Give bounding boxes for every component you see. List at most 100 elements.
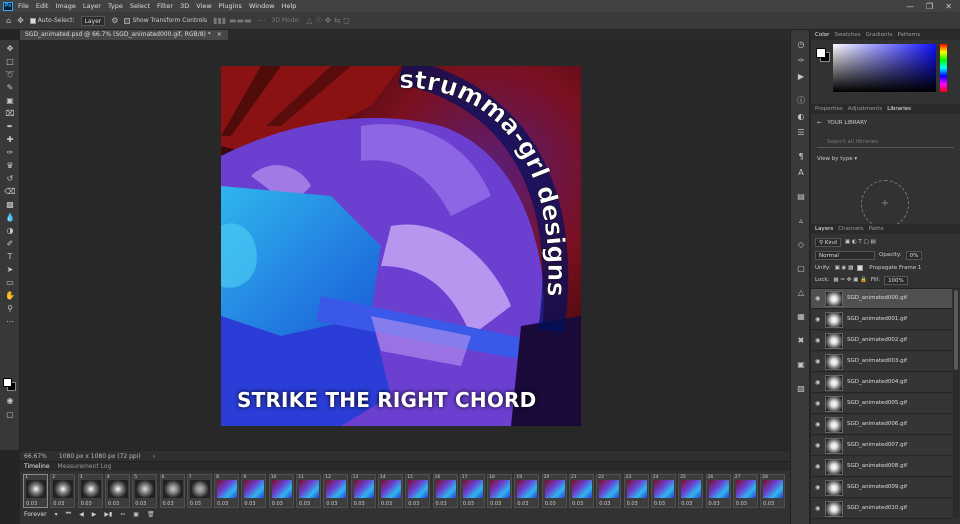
- hand-tool-icon[interactable]: ✋: [3, 291, 17, 301]
- frame-delay[interactable]: 0.03: [408, 501, 419, 507]
- frame-delay[interactable]: 0.03: [81, 501, 92, 507]
- healing-brush-tool-icon[interactable]: ✚: [3, 135, 17, 145]
- layers-scrollbar[interactable]: [953, 288, 959, 518]
- eye-icon[interactable]: ◉: [815, 463, 820, 470]
- duplicate-frame-icon[interactable]: ▣: [133, 511, 139, 518]
- menu-plugins[interactable]: Plugins: [219, 2, 242, 10]
- frame-delay[interactable]: 0.03: [463, 501, 474, 507]
- frame-delay[interactable]: 0.03: [627, 501, 638, 507]
- move-tool-icon[interactable]: ✥: [17, 16, 24, 25]
- sliders-icon[interactable]: ☰: [795, 128, 807, 138]
- delete-frame-icon[interactable]: 🗑: [147, 511, 155, 518]
- menu-select[interactable]: Select: [130, 2, 150, 10]
- frame-delay[interactable]: 0.03: [135, 501, 146, 507]
- clone-stamp-tool-icon[interactable]: ♛: [3, 161, 17, 171]
- tab-gradients[interactable]: Gradients: [866, 32, 893, 38]
- glyphs-icon[interactable]: ◇: [795, 240, 807, 250]
- frame-delay[interactable]: 0.03: [53, 501, 64, 507]
- info-icon[interactable]: ⓘ: [795, 96, 807, 106]
- brush-settings-icon[interactable]: ✑: [795, 56, 807, 66]
- paragraph-icon[interactable]: ¶: [795, 152, 807, 162]
- adjustments-icon[interactable]: ◐: [795, 112, 807, 122]
- hue-slider[interactable]: [940, 44, 947, 92]
- clone-source-icon[interactable]: ▦: [795, 312, 807, 322]
- frame-delay[interactable]: 0.03: [763, 501, 774, 507]
- menu-type[interactable]: Type: [108, 2, 123, 10]
- menu-layer[interactable]: Layer: [83, 2, 101, 10]
- tween-icon[interactable]: ∾: [120, 511, 125, 518]
- timeline-frame[interactable]: 13 0.03: [350, 474, 376, 508]
- menu-file[interactable]: File: [18, 2, 29, 10]
- frame-delay[interactable]: 0.03: [709, 501, 720, 507]
- fill-input[interactable]: 100%: [884, 275, 908, 285]
- eye-icon[interactable]: ◉: [815, 316, 820, 323]
- canvas-area[interactable]: strumma-grl designs STRIKE THE RIGHT CHO…: [20, 40, 790, 450]
- add-to-library-icon[interactable]: +: [861, 180, 909, 228]
- back-arrow-icon[interactable]: ←: [817, 120, 822, 126]
- home-icon[interactable]: ⌂: [6, 16, 11, 25]
- timeline-frame[interactable]: 21 0.03: [569, 474, 594, 508]
- menu-filter[interactable]: Filter: [157, 2, 173, 10]
- eraser-tool-icon[interactable]: ⌫: [3, 187, 17, 197]
- layer-row[interactable]: ◉ SGD_animated002.gif: [811, 331, 952, 351]
- foreground-color-swatch[interactable]: [816, 48, 826, 58]
- tab-paths[interactable]: Paths: [869, 226, 884, 232]
- 3d-icon[interactable]: ▢: [795, 264, 807, 274]
- timeline-frame[interactable]: 11 0.03: [296, 474, 321, 508]
- gradient-tool-icon[interactable]: ▩: [3, 200, 17, 210]
- eye-icon[interactable]: ◉: [815, 442, 820, 449]
- notes-icon[interactable]: ▧: [795, 384, 807, 394]
- frame-delay[interactable]: 0.03: [272, 501, 283, 507]
- filter-icons[interactable]: ▣ ◐ T ▢ ▤: [845, 239, 876, 245]
- history-icon[interactable]: ◷: [795, 40, 807, 50]
- tab-libraries[interactable]: Libraries: [887, 106, 911, 112]
- timeline-frame[interactable]: 6 0.03: [159, 474, 185, 508]
- tab-measurement-log[interactable]: Measurement Log: [58, 463, 112, 470]
- frame-delay[interactable]: 0.03: [326, 501, 337, 507]
- foreground-color-swatch[interactable]: [3, 378, 12, 387]
- timeline-frame[interactable]: 18 0.03: [487, 474, 513, 508]
- tool-presets-icon[interactable]: ✖: [795, 336, 807, 346]
- marquee-tool-icon[interactable]: □: [3, 57, 17, 67]
- tab-color[interactable]: Color: [815, 32, 829, 38]
- close-icon[interactable]: ✕: [945, 2, 952, 11]
- restore-icon[interactable]: ❐: [926, 2, 933, 11]
- eye-icon[interactable]: ◉: [815, 295, 820, 302]
- layer-row[interactable]: ◉ SGD_animated001.gif: [811, 310, 952, 330]
- timeline-frame[interactable]: 20 0.03: [541, 474, 567, 508]
- filter-kind-dropdown[interactable]: ⚲ Kind: [815, 237, 841, 247]
- frame-delay[interactable]: 0.03: [299, 501, 310, 507]
- eye-icon[interactable]: ◉: [815, 358, 820, 365]
- frame-delay[interactable]: 0.03: [681, 501, 692, 507]
- timeline-frame[interactable]: 7 0.03: [186, 474, 212, 508]
- frame-delay[interactable]: 0.03: [517, 501, 528, 507]
- timeline-frame[interactable]: 9 0.03: [241, 474, 267, 508]
- color-picker-field[interactable]: [833, 44, 936, 92]
- layer-row[interactable]: ◉ SGD_animated008.gif: [811, 457, 952, 477]
- frame-tool-icon[interactable]: ⌧: [3, 109, 17, 119]
- history-brush-tool-icon[interactable]: ↺: [3, 174, 17, 184]
- zoom-level[interactable]: 66.67%: [24, 453, 47, 460]
- eye-icon[interactable]: ◉: [815, 400, 820, 407]
- layer-row[interactable]: ◉ SGD_animated006.gif: [811, 415, 952, 435]
- timeline-frame[interactable]: 12 0.03: [323, 474, 349, 508]
- more-tools-icon[interactable]: ⋯: [3, 317, 17, 327]
- type-tool-icon[interactable]: T: [3, 252, 17, 262]
- scroll-thumb[interactable]: [954, 290, 958, 370]
- tab-timeline[interactable]: Timeline: [24, 463, 50, 470]
- tab-channels[interactable]: Channels: [838, 226, 863, 232]
- tab-close-icon[interactable]: ×: [217, 31, 222, 38]
- frame-delay[interactable]: 0.03: [354, 501, 365, 507]
- play-icon[interactable]: ▶: [92, 511, 97, 518]
- brush-tool-icon[interactable]: ✑: [3, 148, 17, 158]
- lock-icons[interactable]: ▦ ✑ ✥ ▣ 🔒: [833, 277, 866, 283]
- prev-frame-icon[interactable]: ◀: [79, 511, 84, 518]
- rectangle-tool-icon[interactable]: ▭: [3, 278, 17, 288]
- dodge-tool-icon[interactable]: ◑: [3, 226, 17, 236]
- tab-adjustments[interactable]: Adjustments: [848, 106, 882, 112]
- timeline-frame[interactable]: 5 0.03: [132, 474, 158, 508]
- dropdown-arrow-icon[interactable]: ▾: [55, 511, 58, 518]
- layer-comps-icon[interactable]: ▤: [795, 192, 807, 202]
- timeline-icon[interactable]: ▣: [795, 360, 807, 370]
- timeline-frame[interactable]: 14 0.03: [377, 474, 403, 508]
